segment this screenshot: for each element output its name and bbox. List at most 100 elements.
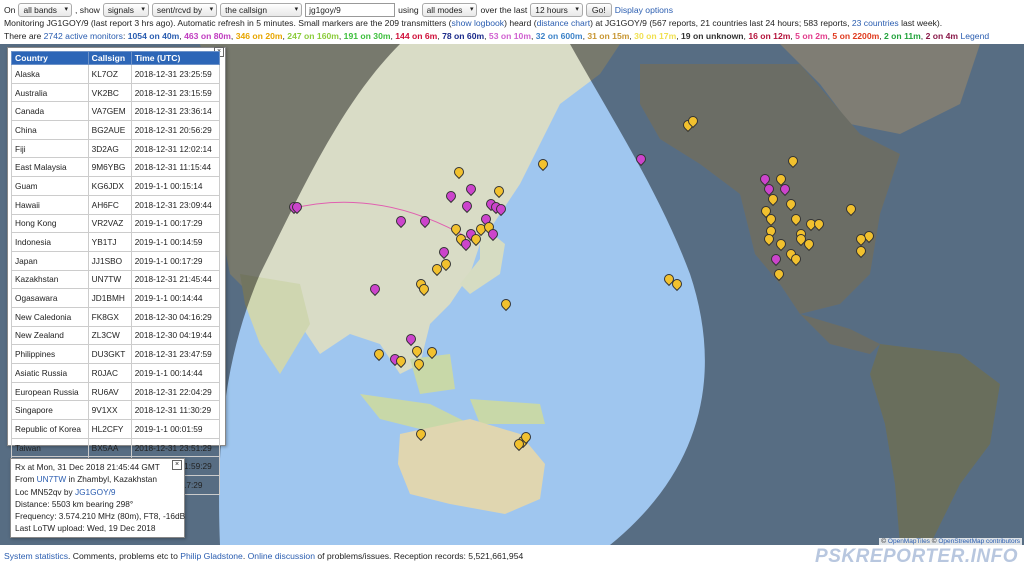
legend-link[interactable]: Legend: [960, 31, 989, 41]
display-options-link[interactable]: Display options: [615, 5, 673, 15]
online-discussion-link[interactable]: Online discussion: [248, 551, 315, 561]
table-row[interactable]: Canada VA7GEM 2018-12-31 23:36:14: [11, 101, 221, 122]
cell-time: 2018-12-31 23:47:59: [130, 344, 221, 364]
system-statistics-link[interactable]: System statistics: [4, 551, 68, 561]
monitors-line: There are 2742 active monitors: 1054 on …: [4, 31, 990, 41]
table-row[interactable]: Hawaii AH6FC 2018-12-31 23:09:44: [11, 194, 221, 215]
band-count: 247 on 160m: [287, 31, 339, 41]
table-row[interactable]: Indonesia YB1TJ 2019-1-1 00:14:59: [11, 232, 221, 252]
cell-callsign: R0JAC: [87, 363, 132, 383]
receiver-callsign-link[interactable]: JG1GOY/9: [75, 487, 116, 497]
cell-time: 2019-1-1 00:14:44: [130, 363, 221, 383]
cell-time: 2018-12-31 23:09:44: [130, 194, 221, 215]
cell-callsign: 9V1XX: [87, 400, 132, 421]
from-callsign-link[interactable]: UN7TW: [37, 474, 67, 484]
monitors-table: Country Callsign Time (UTC) Alaska KL7OZ 2…: [11, 51, 221, 495]
on-label: On: [4, 4, 16, 15]
cell-time: 2019-1-1 00:01:59: [130, 419, 221, 439]
cell-callsign: KG6JDX: [87, 176, 132, 196]
cell-country: Republic of Korea: [11, 419, 89, 439]
chevron-down-icon: ▾: [141, 5, 145, 13]
hours-select[interactable]: 12 hours ▾: [530, 2, 583, 17]
table-row[interactable]: Guam KG6JDX 2019-1-1 00:15:14: [11, 176, 221, 196]
using-label: using: [398, 4, 419, 15]
show-logbook-link[interactable]: show logbook: [452, 18, 505, 28]
cell-callsign: JD1BMH: [87, 288, 132, 308]
table-row[interactable]: Singapore 9V1XX 2018-12-31 11:30:29: [11, 400, 221, 421]
table-row[interactable]: East Malaysia 9M6YBG 2018-12-31 11:15:44: [11, 157, 221, 178]
map-attribution: © OpenMapTiles © OpenStreetMap contribut…: [879, 538, 1022, 545]
table-row[interactable]: Japan JJ1SBO 2019-1-1 00:17:29: [11, 250, 221, 271]
bands-select[interactable]: all bands ▾: [18, 2, 72, 17]
cell-country: Kazakhstan: [11, 269, 89, 290]
table-row[interactable]: Australia VK2BC 2018-12-31 23:15:59: [11, 82, 221, 103]
cell-time: 2018-12-31 12:02:14: [130, 138, 221, 159]
cell-callsign: DU3GKT: [87, 344, 132, 364]
column-header-country[interactable]: Country: [11, 51, 89, 65]
table-row[interactable]: Philippines DU3GKT 2018-12-31 23:47:59: [11, 344, 221, 364]
popup-loc: Loc MN52qv by JG1GOY/9: [15, 486, 116, 497]
band-count: 2 on 11m: [884, 31, 921, 41]
cell-callsign: 9M6YBG: [87, 157, 132, 178]
cell-country: Japan: [11, 250, 89, 271]
chevron-down-icon: ▾: [64, 5, 68, 13]
chevron-down-icon: ▾: [294, 5, 299, 13]
column-header-callsign[interactable]: Callsign: [87, 51, 132, 65]
table-row[interactable]: New Zealand ZL3CW 2018-12-30 04:19:44: [11, 325, 221, 346]
band-count: 32 on 600m: [535, 31, 583, 41]
over-the-last-label: over the last: [480, 4, 528, 15]
column-header-time[interactable]: Time (UTC): [130, 51, 221, 65]
osm-link[interactable]: OpenStreetMap contributors: [938, 538, 1020, 545]
table-row[interactable]: Kazakhstan UN7TW 2018-12-31 21:45:44: [11, 269, 221, 290]
cell-country: New Zealand: [11, 325, 89, 346]
footer: System statistics. Comments, problems et…: [4, 551, 523, 561]
band-count: 78 on 60m: [442, 31, 485, 41]
band-count: 5 on 2m: [795, 31, 828, 41]
author-link[interactable]: Philip Gladstone: [180, 551, 243, 561]
table-row[interactable]: Republic of Korea HL2CFY 2019-1-1 00:01:59: [11, 419, 221, 439]
chevron-down-icon: ▾: [575, 5, 579, 13]
countries-link[interactable]: 23 countries: [852, 18, 899, 28]
band-count: 2 on 4m: [925, 31, 959, 41]
cell-callsign: YB1TJ: [87, 232, 132, 252]
table-row[interactable]: Alaska KL7OZ 2018-12-31 23:25:59: [11, 64, 221, 84]
cell-country: New Caledonia: [11, 306, 89, 327]
chevron-down-icon: ▾: [469, 5, 474, 13]
modes-select[interactable]: all modes ▾: [421, 2, 478, 17]
table-row[interactable]: Fiji 3D2AG 2018-12-31 12:02:14: [11, 138, 221, 159]
band-counts: 1054 on 40m, 463 on 80m, 346 on 20m, 247…: [127, 31, 959, 41]
cell-time: 2019-1-1 00:17:29: [130, 213, 221, 234]
band-count: 5 on 2200m: [832, 31, 880, 41]
openmaptiles-link[interactable]: OpenMapTiles: [888, 538, 930, 545]
table-row[interactable]: China BG2AUE 2018-12-31 20:56:29: [11, 120, 221, 140]
table-row[interactable]: European Russia RU6AV 2018-12-31 22:04:29: [11, 381, 221, 402]
table-row[interactable]: New Caledonia FK8GX 2018-12-30 04:16:29: [11, 306, 221, 327]
cell-country: Hawaii: [11, 194, 89, 215]
band-count: 30 on 17m: [634, 31, 677, 41]
cell-callsign: JJ1SBO: [87, 250, 132, 271]
go-button[interactable]: Go!: [585, 2, 612, 17]
callsign-input[interactable]: jg1goy/9: [305, 2, 396, 17]
band-count: 346 on 20m: [235, 31, 283, 41]
footer-text: of problems/issues. Reception records: 5…: [314, 551, 524, 561]
cell-country: Canada: [11, 101, 89, 122]
popup-from: From UN7TW in Zhambyl, Kazakhstan: [15, 474, 158, 485]
active-monitors-link[interactable]: 2742 active monitors: [44, 31, 123, 41]
cell-country: Australia: [11, 82, 89, 103]
show-label: , show: [75, 4, 100, 15]
show-select[interactable]: signals ▾: [102, 2, 149, 17]
cell-callsign: 3D2AG: [87, 138, 132, 159]
table-row[interactable]: Hong Kong VR2VAZ 2019-1-1 00:17:29: [11, 213, 221, 234]
table-row[interactable]: Taiwan BX5AA 2018-12-31 23:51:29: [11, 437, 221, 458]
callsign-type-select[interactable]: the callsign ▾: [220, 2, 303, 17]
table-row[interactable]: Ogasawara JD1BMH 2019-1-1 00:14:44: [11, 288, 221, 308]
distance-chart-link[interactable]: distance chart: [537, 18, 591, 28]
popup-distance: Distance: 5503 km bearing 298°: [15, 498, 134, 509]
sent-rcvd-select[interactable]: sent/rcvd by ▾: [151, 2, 218, 17]
cell-time: 2018-12-31 20:56:29: [130, 120, 221, 140]
popup-frequency: Frequency: 3.574.210 MHz (80m), FT8, -16…: [15, 511, 186, 522]
table-row[interactable]: Asiatic Russia R0JAC 2019-1-1 00:14:44: [11, 363, 221, 383]
cell-callsign: UN7TW: [87, 269, 132, 290]
close-icon[interactable]: ×: [172, 460, 182, 470]
band-count: 191 on 30m: [343, 31, 391, 41]
